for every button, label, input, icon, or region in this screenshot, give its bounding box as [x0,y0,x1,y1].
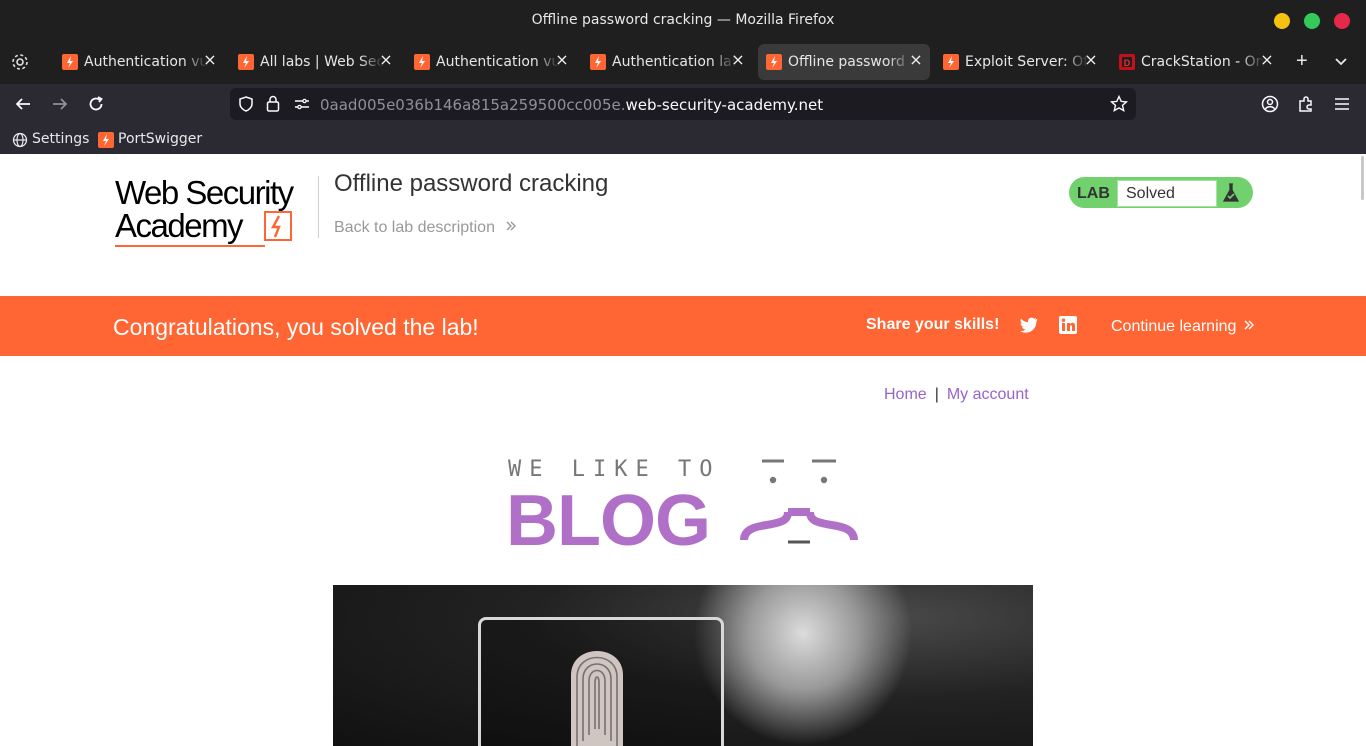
double-chevron-right-icon [1243,318,1255,336]
close-window-button[interactable] [1334,13,1350,29]
blog-face-icon [738,458,862,555]
permissions-icon[interactable] [294,97,310,116]
share-skills-label: Share your skills! [866,316,1000,333]
close-tab-icon[interactable]: × [554,52,570,68]
tab-exploit-server[interactable]: Exploit Server: Offline password crackin… [935,44,1105,80]
tab-offline-password-cracking[interactable]: Offline password cracking × [758,44,930,80]
tab-label: Authentication labs [612,54,736,70]
lab-status-text: Solved [1117,180,1217,207]
scrollbar-thumb[interactable] [1361,156,1364,200]
tab-label: CrackStation - Online Password Hash Crac… [1141,54,1265,70]
linkedin-icon[interactable] [1059,316,1077,339]
lab-status-value: Solved [1126,185,1175,202]
page-content: Web Security Academy Offline password cr… [0,154,1366,746]
globe-icon [12,132,28,152]
nav-separator: | [934,386,939,403]
portswigger-icon [98,132,114,152]
logo-line-2: Academy [115,207,244,244]
double-chevron-right-icon [505,219,517,237]
tab-label: All labs | Web Security Academy [260,54,384,70]
close-tab-icon[interactable]: × [1259,52,1275,68]
tab-label: Exploit Server: Offline password crackin… [965,54,1089,70]
tab-all-labs[interactable]: All labs | Web Security Academy × [230,44,400,80]
home-link[interactable]: Home [884,386,927,403]
back-to-lab-description-link[interactable]: Back to lab description [334,219,517,237]
tab-label: Authentication vulnerabilities [84,54,208,70]
close-tab-icon[interactable]: × [908,52,924,68]
hamburger-menu-icon[interactable] [1334,96,1350,117]
tab-authentication-labs[interactable]: Authentication labs × [582,44,752,80]
close-tab-icon[interactable]: × [730,52,746,68]
back-link-label: Back to lab description [334,219,495,237]
portswigger-favicon-icon [62,54,78,70]
back-arrow-icon[interactable] [14,95,32,118]
url-subdomain: 0aad005e036b146a815a259500cc005e. [320,96,626,114]
minimize-button[interactable] [1274,13,1290,29]
logo-underline [115,245,265,247]
reload-icon[interactable] [87,95,105,118]
close-tab-icon[interactable]: × [1083,52,1099,68]
tab-authentication-vulnerabilities-2[interactable]: Authentication vulnerabilities × [406,44,576,80]
lab-title: Offline password cracking [334,170,609,197]
maximize-button[interactable] [1304,13,1320,29]
forward-arrow-icon[interactable] [51,95,69,118]
portswigger-favicon-icon [238,54,254,70]
navigation-toolbar: 0aad005e036b146a815a259500cc005e.web-sec… [0,84,1366,124]
tab-label: Offline password cracking [788,54,912,70]
portswigger-favicon-icon [414,54,430,70]
lock-icon[interactable] [266,95,280,117]
portswigger-favicon-icon [590,54,606,70]
bookmark-label: PortSwigger [118,131,203,147]
lab-badge: LAB [1077,185,1110,202]
portswigger-favicon-icon [943,54,959,70]
bookmark-star-icon[interactable] [1109,94,1129,118]
continue-learning-link[interactable]: Continue learning [1111,318,1255,336]
flask-solved-icon [1222,183,1240,208]
crackstation-favicon-icon: D [1119,54,1135,70]
url-text[interactable]: 0aad005e036b146a815a259500cc005e.web-sec… [320,96,823,114]
settings-gear-icon[interactable] [10,52,30,77]
list-all-tabs-chevron-down-icon[interactable] [1334,54,1348,72]
shirt-collar-shape [693,585,913,746]
close-tab-icon[interactable]: × [378,52,394,68]
blog-wordmark: BLOG [506,481,711,561]
tab-authentication-vulnerabilities-1[interactable]: Authentication vulnerabilities × [54,44,224,80]
bookmark-label: Settings [32,131,90,147]
close-tab-icon[interactable]: × [202,52,218,68]
tracking-protection-shield-icon[interactable] [238,96,254,117]
fingerprint-icon [565,635,629,746]
congratulations-message: Congratulations, you solved the lab! [113,314,479,340]
twitter-icon[interactable] [1018,316,1038,339]
blog-navigation: Home | My account [884,386,1029,404]
my-account-link[interactable]: My account [947,386,1029,403]
portswigger-favicon-icon [766,54,782,70]
new-tab-plus-icon[interactable]: + [1296,50,1308,73]
tab-strip: Authentication vulnerabilities × All lab… [0,40,1366,84]
extensions-puzzle-icon[interactable] [1297,95,1315,118]
blog-post-image[interactable] [333,585,1033,746]
header-divider [318,176,319,238]
web-security-academy-logo[interactable]: Web Security Academy [115,174,315,249]
window-titlebar: Offline password cracking — Mozilla Fire… [0,0,1366,40]
tab-label: Authentication vulnerabilities [436,54,560,70]
congratulations-banner: Congratulations, you solved the lab! Sha… [0,296,1366,356]
address-bar[interactable]: 0aad005e036b146a815a259500cc005e.web-sec… [230,88,1136,120]
tab-crackstation[interactable]: D CrackStation - Online Password Hash Cr… [1111,44,1281,80]
account-avatar-icon[interactable] [1261,95,1279,118]
blog-logo: WE LIKE TO BLOG [506,454,866,561]
window-title: Offline password cracking — Mozilla Fire… [531,12,835,28]
blog-tagline: WE LIKE TO [508,457,721,482]
bookmarks-toolbar: Settings PortSwigger [0,124,1366,154]
svg-text:D: D [1124,58,1131,68]
url-domain: web-security-academy.net [625,96,824,114]
continue-learning-label: Continue learning [1111,318,1237,336]
logo-lightning-icon [263,210,295,249]
lab-status-widget: LAB Solved [1069,177,1253,208]
